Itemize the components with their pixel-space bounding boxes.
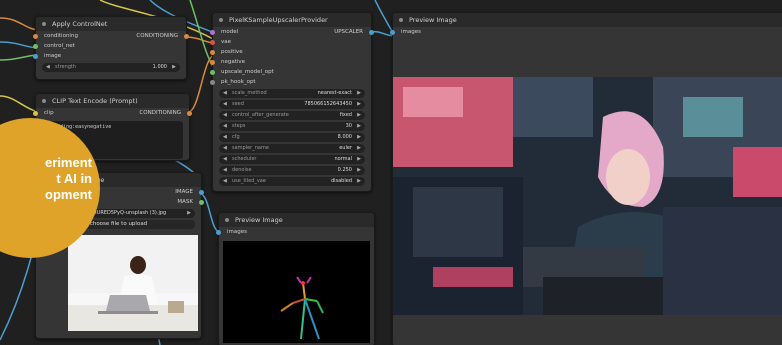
increment-arrow-icon[interactable]: ▶ bbox=[357, 133, 361, 142]
strength-widget[interactable]: ◀ strength 1.000 ▶ bbox=[42, 63, 180, 72]
conditioning-output-slot[interactable] bbox=[187, 111, 192, 116]
decrement-arrow-icon[interactable]: ◀ bbox=[223, 89, 227, 98]
widget-sampler-name[interactable]: ◀ sampler_name euler ▶ bbox=[219, 144, 365, 153]
loaded-image-thumbnail bbox=[68, 235, 198, 331]
control-net-input-slot[interactable] bbox=[33, 44, 38, 49]
decrement-arrow-icon[interactable]: ◀ bbox=[223, 144, 227, 153]
image-input-slot[interactable] bbox=[33, 54, 38, 59]
preview-image-node-large[interactable]: Preview Image images bbox=[390, 12, 782, 345]
input-label: model bbox=[221, 29, 239, 35]
decrement-arrow-icon[interactable]: ◀ bbox=[223, 155, 227, 164]
output-label: CONDITIONING bbox=[139, 110, 181, 116]
output-label: CONDITIONING bbox=[136, 33, 178, 39]
collapse-dot-icon[interactable] bbox=[42, 22, 46, 26]
node-title[interactable]: Apply ControlNet bbox=[36, 17, 186, 31]
decrement-arrow-icon[interactable]: ◀ bbox=[223, 111, 227, 120]
node-title[interactable]: Preview Image bbox=[219, 213, 374, 227]
decrement-arrow-icon[interactable]: ◀ bbox=[223, 100, 227, 109]
widget-seed[interactable]: ◀ seed 785066152643450 ▶ bbox=[219, 100, 365, 109]
widget-use-tiled-vae[interactable]: ◀ use_tiled_vae disabled ▶ bbox=[219, 177, 365, 186]
person-with-laptop-photo bbox=[68, 235, 198, 331]
positive-input-slot[interactable] bbox=[210, 50, 215, 55]
conditioning-input-slot[interactable] bbox=[33, 34, 38, 39]
input-label: clip bbox=[44, 110, 54, 116]
collapse-dot-icon[interactable] bbox=[225, 218, 229, 222]
images-input-slot[interactable] bbox=[390, 30, 395, 35]
pk-hook-input-slot[interactable] bbox=[210, 80, 215, 85]
increment-arrow-icon[interactable]: ▶ bbox=[357, 122, 361, 131]
decrement-arrow-icon[interactable]: ◀ bbox=[223, 122, 227, 131]
decrement-arrow-icon[interactable]: ◀ bbox=[223, 166, 227, 175]
decrement-arrow-icon[interactable]: ◀ bbox=[223, 133, 227, 142]
image-output-slot[interactable] bbox=[199, 190, 204, 195]
input-label: upscale_model_opt bbox=[221, 69, 274, 75]
input-label: images bbox=[401, 29, 421, 35]
node-title[interactable]: CLIP Text Encode (Prompt) bbox=[36, 94, 189, 108]
input-label: conditioning bbox=[44, 33, 78, 39]
output-label: MASK bbox=[177, 199, 193, 205]
input-label: pk_hook_opt bbox=[221, 79, 256, 85]
collapse-dot-icon[interactable] bbox=[42, 99, 46, 103]
input-label: images bbox=[227, 229, 247, 235]
collapse-dot-icon[interactable] bbox=[219, 18, 223, 22]
increment-arrow-icon[interactable]: ▶ bbox=[357, 144, 361, 153]
input-label: vae bbox=[221, 39, 232, 45]
input-label: image bbox=[44, 53, 62, 59]
increment-arrow-icon[interactable]: ▶ bbox=[357, 166, 361, 175]
increment-arrow-icon[interactable]: ▶ bbox=[357, 155, 361, 164]
model-input-slot[interactable] bbox=[210, 30, 215, 35]
vae-input-slot[interactable] bbox=[210, 40, 215, 45]
upscaler-output-slot[interactable] bbox=[369, 30, 374, 35]
decrement-arrow-icon[interactable]: ◀ bbox=[223, 177, 227, 186]
input-label: negative bbox=[221, 59, 246, 65]
mask-output-slot[interactable] bbox=[199, 200, 204, 205]
negative-input-slot[interactable] bbox=[210, 60, 215, 65]
upscale-model-input-slot[interactable] bbox=[210, 70, 215, 75]
output-label: UPSCALER bbox=[334, 29, 363, 35]
increment-arrow-icon[interactable]: ▶ bbox=[357, 100, 361, 109]
node-graph-canvas[interactable]: Apply ControlNet conditioning CONDITIONI… bbox=[0, 0, 782, 345]
increment-arrow-icon[interactable]: ▶ bbox=[357, 177, 361, 186]
images-input-slot[interactable] bbox=[216, 230, 221, 235]
node-title[interactable]: PixelKSampleUpscalerProvider bbox=[213, 13, 371, 27]
cyberpunk-hacker-illustration bbox=[393, 77, 782, 315]
widget-steps[interactable]: ◀ steps 30 ▶ bbox=[219, 122, 365, 131]
generated-image-preview bbox=[393, 77, 782, 315]
pose-preview-image bbox=[223, 241, 370, 343]
node-title[interactable]: Preview Image bbox=[393, 13, 782, 27]
preview-image-node-small[interactable]: Preview Image images bbox=[216, 212, 375, 345]
widget-scale-method[interactable]: ◀ scale_method nearest-exact ▶ bbox=[219, 89, 365, 98]
widget-denoise[interactable]: ◀ denoise 0.250 ▶ bbox=[219, 166, 365, 175]
pixel-upscaler-provider-node[interactable]: PixelKSampleUpscalerProvider model UPSCA… bbox=[210, 12, 374, 192]
widget-scheduler[interactable]: ◀ scheduler normal ▶ bbox=[219, 155, 365, 164]
conditioning-output-slot[interactable] bbox=[184, 34, 189, 39]
clip-input-slot[interactable] bbox=[33, 111, 38, 116]
input-label: positive bbox=[221, 49, 243, 55]
apply-controlnet-node[interactable]: Apply ControlNet conditioning CONDITIONI… bbox=[33, 16, 189, 80]
increment-arrow-icon[interactable]: ▶ bbox=[172, 63, 176, 72]
collapse-dot-icon[interactable] bbox=[399, 18, 403, 22]
decrement-arrow-icon[interactable]: ◀ bbox=[46, 63, 50, 72]
openpose-skeleton bbox=[280, 276, 324, 340]
increment-arrow-icon[interactable]: ▶ bbox=[357, 111, 361, 120]
output-label: IMAGE bbox=[175, 189, 193, 195]
widget-cfg[interactable]: ◀ cfg 8.000 ▶ bbox=[219, 133, 365, 142]
increment-arrow-icon[interactable]: ▶ bbox=[357, 89, 361, 98]
next-arrow-icon[interactable]: ▶ bbox=[187, 209, 191, 218]
input-label: control_net bbox=[44, 43, 75, 49]
widget-control-after-generate[interactable]: ◀ control_after_generate fixed ▶ bbox=[219, 111, 365, 120]
article-badge-text: eriment t AI in opment bbox=[45, 155, 92, 202]
